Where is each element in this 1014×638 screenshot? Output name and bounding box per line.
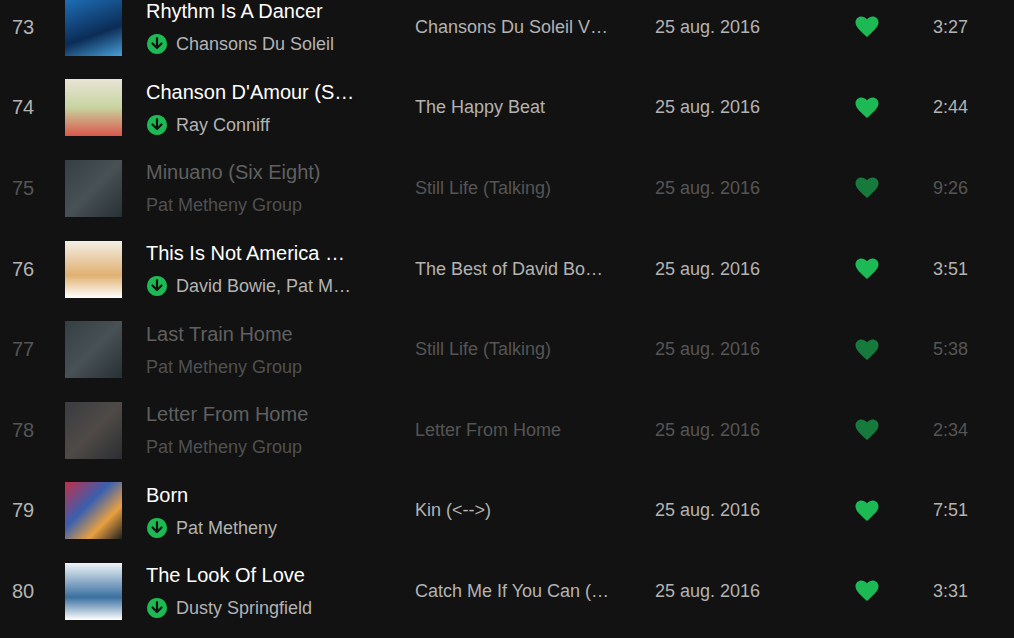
date-added: 25 aug. 2016 — [655, 420, 855, 441]
track-number: 74 — [0, 96, 46, 119]
heart-icon[interactable] — [855, 580, 879, 602]
track-info: Minuano (Six Eight) Pat Metheny Group — [146, 159, 415, 217]
track-duration: 3:51 — [881, 259, 968, 280]
track-artist[interactable]: Pat Metheny Group — [146, 355, 302, 379]
track-title[interactable]: Born — [146, 482, 415, 508]
track-row[interactable]: 77 Last Train Home Pat Metheny Group Still … — [0, 309, 1014, 390]
track-number: 73 — [0, 16, 46, 39]
track-duration: 2:34 — [881, 420, 968, 441]
track-album[interactable]: The Best of David Bo… — [415, 259, 655, 280]
track-title[interactable]: Minuano (Six Eight) — [146, 159, 415, 185]
date-added: 25 aug. 2016 — [655, 97, 855, 118]
track-subline: Pat Metheny Group — [146, 193, 415, 217]
track-album[interactable]: Catch Me If You Can (… — [415, 581, 655, 602]
track-title[interactable]: Last Train Home — [146, 321, 415, 347]
date-added: 25 aug. 2016 — [655, 259, 855, 280]
track-row[interactable]: 80 The Look Of Love Dusty Springfield Catch… — [0, 551, 1014, 632]
track-artist[interactable]: Ray Conniff — [176, 113, 270, 137]
track-title[interactable]: Rhythm Is A Dancer — [146, 0, 415, 24]
track-duration: 7:51 — [881, 500, 968, 521]
track-artist[interactable]: Pat Metheny Group — [146, 435, 302, 459]
heart-icon[interactable] — [855, 16, 879, 38]
download-icon — [146, 597, 168, 619]
track-info: Born Pat Metheny — [146, 482, 415, 540]
track-subline: David Bowie, Pat M… — [146, 274, 415, 298]
track-number: 78 — [0, 419, 46, 442]
track-info: The Look Of Love Dusty Springfield — [146, 562, 415, 620]
album-cover[interactable] — [65, 0, 122, 56]
heart-icon[interactable] — [855, 177, 879, 199]
track-info: Rhythm Is A Dancer Chansons Du Soleil — [146, 0, 415, 56]
date-added: 25 aug. 2016 — [655, 581, 855, 602]
track-duration: 3:27 — [881, 17, 968, 38]
heart-icon[interactable] — [855, 500, 879, 522]
track-list: 73 Rhythm Is A Dancer Chansons Du Soleil Ch… — [0, 0, 1014, 632]
album-cover[interactable] — [65, 321, 122, 378]
track-row[interactable]: 76 This Is Not America … David Bowie, Pat … — [0, 229, 1014, 310]
track-title[interactable]: The Look Of Love — [146, 562, 415, 588]
track-artist[interactable]: David Bowie, Pat M… — [176, 274, 351, 298]
heart-icon[interactable] — [855, 97, 879, 119]
album-cover[interactable] — [65, 79, 122, 136]
track-number: 75 — [0, 177, 46, 200]
track-album[interactable]: Chansons Du Soleil V… — [415, 17, 655, 38]
track-title[interactable]: Letter From Home — [146, 401, 415, 427]
track-number: 76 — [0, 258, 46, 281]
track-title[interactable]: This Is Not America … — [146, 240, 415, 266]
track-row[interactable]: 73 Rhythm Is A Dancer Chansons Du Soleil Ch… — [0, 0, 1014, 68]
track-number: 80 — [0, 580, 46, 603]
track-subline: Ray Conniff — [146, 113, 415, 137]
track-album[interactable]: The Happy Beat — [415, 97, 655, 118]
heart-icon[interactable] — [855, 339, 879, 361]
track-duration: 3:31 — [881, 581, 968, 602]
track-album[interactable]: Still Life (Talking) — [415, 178, 655, 199]
album-cover[interactable] — [65, 402, 122, 459]
album-cover[interactable] — [65, 241, 122, 298]
track-row[interactable]: 75 Minuano (Six Eight) Pat Metheny Group St… — [0, 148, 1014, 229]
date-added: 25 aug. 2016 — [655, 178, 855, 199]
track-subline: Pat Metheny Group — [146, 435, 415, 459]
heart-icon[interactable] — [855, 419, 879, 441]
download-icon — [146, 33, 168, 55]
track-artist[interactable]: Chansons Du Soleil — [176, 32, 334, 56]
track-duration: 9:26 — [881, 178, 968, 199]
track-album[interactable]: Still Life (Talking) — [415, 339, 655, 360]
track-artist[interactable]: Pat Metheny — [176, 516, 277, 540]
track-row[interactable]: 74 Chanson D'Amour (S… Ray Conniff The Happ… — [0, 68, 1014, 149]
track-title[interactable]: Chanson D'Amour (S… — [146, 79, 415, 105]
track-subline: Pat Metheny — [146, 516, 415, 540]
track-album[interactable]: Letter From Home — [415, 420, 655, 441]
track-info: This Is Not America … David Bowie, Pat M… — [146, 240, 415, 298]
track-subline: Dusty Springfield — [146, 596, 415, 620]
download-icon — [146, 114, 168, 136]
track-row[interactable]: 78Letter From HomePat Metheny GroupLette… — [0, 390, 1014, 471]
heart-icon[interactable] — [855, 258, 879, 280]
track-duration: 2:44 — [881, 97, 968, 118]
track-subline: Pat Metheny Group — [146, 355, 415, 379]
track-info: Last Train Home Pat Metheny Group — [146, 321, 415, 379]
track-subline: Chansons Du Soleil — [146, 32, 415, 56]
track-artist[interactable]: Pat Metheny Group — [146, 193, 302, 217]
track-row[interactable]: 79 Born Pat Metheny Kin (<-->)25 aug. 2016 7… — [0, 471, 1014, 552]
album-cover[interactable] — [65, 563, 122, 620]
date-added: 25 aug. 2016 — [655, 500, 855, 521]
track-info: Chanson D'Amour (S… Ray Conniff — [146, 79, 415, 137]
date-added: 25 aug. 2016 — [655, 339, 855, 360]
date-added: 25 aug. 2016 — [655, 17, 855, 38]
track-duration: 5:38 — [881, 339, 968, 360]
track-number: 79 — [0, 499, 46, 522]
track-artist[interactable]: Dusty Springfield — [176, 596, 312, 620]
album-cover[interactable] — [65, 160, 122, 217]
album-cover[interactable] — [65, 482, 122, 539]
download-icon — [146, 275, 168, 297]
download-icon — [146, 517, 168, 539]
track-album[interactable]: Kin (<-->) — [415, 500, 655, 521]
track-info: Letter From Home Pat Metheny Group — [146, 401, 415, 459]
track-number: 77 — [0, 338, 46, 361]
